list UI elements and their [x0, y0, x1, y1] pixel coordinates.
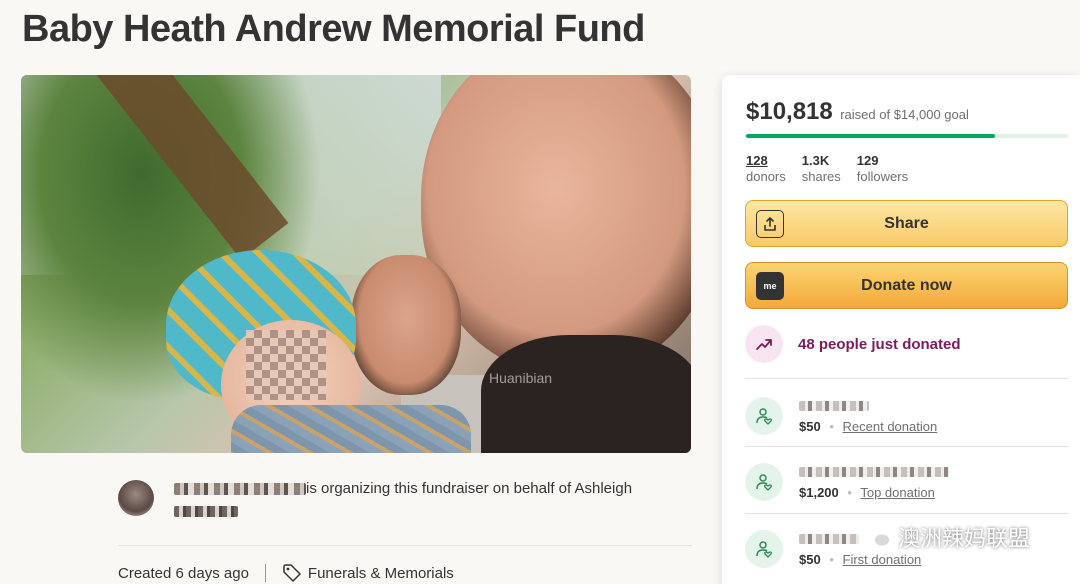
- donate-label: Donate now: [861, 276, 952, 294]
- stat-value: 129: [856, 153, 879, 168]
- donate-now-button[interactable]: me Donate now: [745, 262, 1068, 309]
- page-title: Baby Heath Andrew Memorial Fund: [22, 8, 645, 50]
- watermark-text: 澳洲辣妈联盟: [898, 526, 1031, 551]
- donor-heart-icon: [745, 397, 783, 435]
- organizer-location-blurred: [174, 506, 238, 517]
- trending-up-icon: [745, 325, 783, 363]
- progress-fill: [746, 134, 995, 138]
- divider: [118, 545, 692, 546]
- raised-amount: $10,818: [746, 98, 833, 125]
- divider: [745, 513, 1069, 514]
- stat-label: shares: [801, 169, 841, 184]
- share-button[interactable]: Share: [745, 200, 1068, 247]
- stat-shares: 1.3K shares: [802, 153, 841, 185]
- tag-icon: [283, 564, 301, 582]
- campaign-stats: 128 donors 1.3K shares 129 followers: [746, 153, 908, 185]
- progress-bar: [746, 134, 1068, 138]
- wechat-icon: [863, 526, 891, 548]
- share-icon: [756, 210, 784, 238]
- organizer-avatar[interactable]: [118, 480, 154, 516]
- donor-heart-icon: [745, 463, 783, 501]
- donation-sidebar: $10,818 raised of $14,000 goal 128 donor…: [722, 75, 1080, 584]
- pixelated-face: [246, 330, 326, 400]
- donor-name-blurred: [799, 467, 949, 477]
- gofundme-logo-icon: me: [756, 272, 784, 300]
- donor-name-blurred: [799, 401, 869, 411]
- organizer-section: is organizing this fundraiser on behalf …: [118, 478, 698, 526]
- trending-donations: 48 people just donated: [745, 325, 961, 363]
- donor-heart-icon: [745, 530, 783, 568]
- photo-watermark: Huanibian: [489, 370, 553, 386]
- stat-label: followers: [856, 169, 909, 184]
- first-donation-link[interactable]: First donation: [843, 552, 922, 567]
- campaign-photo: Huanibian: [21, 75, 691, 453]
- organizer-name-blurred: [174, 483, 306, 495]
- stat-followers: 129 followers: [857, 153, 908, 185]
- donation-amount: $1,200: [799, 485, 839, 500]
- divider: [745, 446, 1069, 447]
- created-date: Created 6 days ago: [118, 564, 249, 582]
- campaign-meta: Created 6 days ago Funerals & Memorials: [118, 563, 454, 583]
- raised-summary: $10,818 raised of $14,000 goal: [746, 98, 969, 126]
- donation-amount: $50: [799, 552, 821, 567]
- raised-goal: raised of $14,000 goal: [840, 107, 969, 122]
- donation-item: $1,200 • Top donation: [745, 463, 949, 501]
- donation-amount: $50: [799, 419, 821, 434]
- meta-separator: [264, 564, 266, 582]
- category-link[interactable]: Funerals & Memorials: [308, 565, 454, 582]
- stat-value: 1.3K: [801, 153, 830, 168]
- donation-item: $50 • Recent donation: [745, 397, 937, 435]
- stat-donors[interactable]: 128 donors: [746, 153, 786, 185]
- share-label: Share: [884, 214, 929, 232]
- recent-donation-link[interactable]: Recent donation: [843, 419, 938, 434]
- wechat-watermark: 澳洲辣妈联盟: [862, 521, 1030, 553]
- trending-text: 48 people just donated: [798, 335, 961, 353]
- divider: [745, 378, 1069, 379]
- top-donation-link[interactable]: Top donation: [860, 485, 934, 500]
- stat-label: donors: [746, 169, 786, 184]
- stat-value: 128: [746, 153, 768, 168]
- organizer-text: is organizing this fundraiser on behalf …: [306, 480, 633, 497]
- donor-name-blurred: [799, 534, 859, 544]
